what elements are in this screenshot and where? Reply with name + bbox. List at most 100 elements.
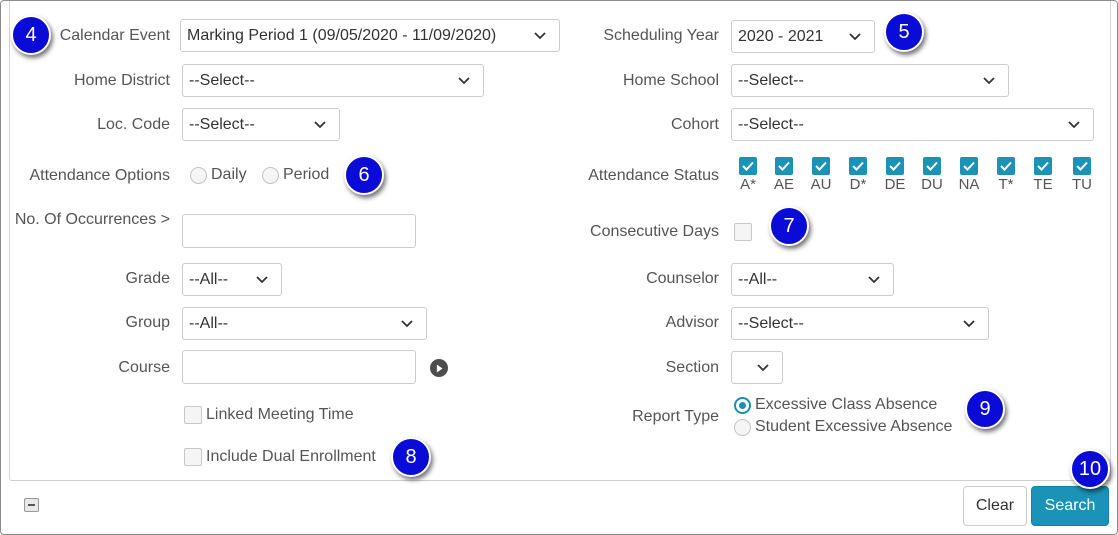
check-icon[interactable] — [739, 157, 757, 175]
clear-button[interactable]: Clear — [963, 486, 1027, 526]
scheduling-year-label: Scheduling Year — [603, 27, 719, 44]
calendar-event-select[interactable]: Marking Period 1 (09/05/2020 - 11/09/202… — [180, 19, 560, 52]
counselor-value: --All-- — [738, 271, 778, 288]
attendance-status-code: DE — [884, 176, 906, 193]
attendance-status-code: NA — [958, 176, 980, 193]
attendance-status-na[interactable]: NA — [954, 157, 984, 194]
report-type-excessive-class[interactable]: Excessive Class Absence — [734, 396, 937, 414]
radio-button[interactable] — [262, 166, 279, 184]
loc-code-select[interactable]: --Select-- — [182, 108, 340, 141]
occurrences-input[interactable] — [182, 214, 416, 248]
home-school-label: Home School — [622, 72, 719, 89]
chevron-down-icon — [1067, 109, 1081, 140]
attendance-status-de[interactable]: DE — [880, 157, 910, 194]
home-school-value: --Select-- — [738, 72, 804, 89]
consecutive-days-checkbox[interactable] — [734, 223, 752, 241]
check-icon[interactable] — [960, 157, 978, 175]
chevron-down-icon — [756, 352, 770, 383]
linked-meeting-time-checkbox[interactable] — [184, 406, 202, 424]
report-type-option-label: Student Excessive Absence — [755, 418, 953, 435]
attendance-status-a-star[interactable]: A* — [733, 157, 763, 194]
chevron-down-icon — [982, 65, 996, 96]
occurrences-label: No. Of Occurrences > — [14, 211, 170, 228]
section-select[interactable] — [731, 351, 783, 384]
section-label: Section — [665, 359, 719, 376]
attendance-status-ae[interactable]: AE — [769, 157, 799, 194]
check-icon[interactable] — [1034, 157, 1052, 175]
attendance-status-tu[interactable]: TU — [1067, 157, 1097, 194]
cohort-label: Cohort — [670, 116, 719, 133]
attendance-status-du[interactable]: DU — [917, 157, 947, 194]
attendance-option-period[interactable]: Period — [262, 166, 329, 184]
callout-badge-4: 4 — [11, 15, 51, 55]
attendance-status-code: T* — [998, 176, 1014, 193]
chevron-down-icon — [457, 65, 471, 96]
consecutive-days-label: Consecutive Days — [590, 223, 719, 240]
attendance-status-code: DU — [921, 176, 943, 193]
report-type-option-label: Excessive Class Absence — [755, 396, 938, 413]
radio-button[interactable] — [734, 418, 751, 436]
report-type-student-excessive[interactable]: Student Excessive Absence — [734, 418, 952, 436]
home-district-label: Home District — [73, 72, 170, 89]
check-icon[interactable] — [775, 157, 793, 175]
grade-label: Grade — [125, 270, 170, 287]
home-district-select[interactable]: --Select-- — [182, 64, 484, 97]
attendance-status-te[interactable]: TE — [1028, 157, 1058, 194]
chevron-down-icon — [848, 21, 862, 52]
check-icon[interactable] — [886, 157, 904, 175]
loc-code-value: --Select-- — [189, 116, 255, 133]
calendar-event-value: Marking Period 1 (09/05/2020 - 11/09/202… — [187, 27, 497, 44]
include-dual-enrollment-label: Include Dual Enrollment — [206, 448, 376, 465]
cohort-value: --Select-- — [738, 116, 804, 133]
attendance-option-daily-label: Daily — [211, 166, 247, 183]
play-icon[interactable] — [430, 359, 448, 377]
callout-badge-10: 10 — [1070, 449, 1110, 489]
group-label: Group — [125, 314, 170, 331]
minus-icon — [28, 504, 35, 506]
advisor-value: --Select-- — [738, 315, 804, 332]
radio-button[interactable] — [190, 166, 207, 184]
chevron-down-icon — [255, 264, 269, 295]
check-icon[interactable] — [923, 157, 941, 175]
check-icon[interactable] — [849, 157, 867, 175]
linked-meeting-time-option[interactable]: Linked Meeting Time — [184, 406, 354, 424]
grade-select[interactable]: --All-- — [182, 263, 282, 296]
attendance-status-au[interactable]: AU — [806, 157, 836, 194]
radio-button-selected[interactable] — [734, 396, 751, 414]
chevron-down-icon — [533, 20, 547, 51]
scheduling-year-select[interactable]: 2020 - 2021 — [731, 20, 875, 53]
callout-badge-5: 5 — [884, 12, 924, 52]
counselor-select[interactable]: --All-- — [731, 263, 894, 296]
attendance-option-period-label: Period — [283, 166, 330, 183]
callout-badge-7: 7 — [769, 206, 809, 246]
advisor-select[interactable]: --Select-- — [731, 307, 989, 340]
attendance-option-daily[interactable]: Daily — [190, 166, 247, 184]
search-button[interactable]: Search — [1031, 486, 1109, 526]
collapse-icon[interactable] — [24, 498, 39, 512]
check-icon[interactable] — [997, 157, 1015, 175]
attendance-status-code: TE — [1033, 176, 1053, 193]
home-district-value: --Select-- — [189, 72, 255, 89]
attendance-status-t-star[interactable]: T* — [991, 157, 1021, 194]
chevron-down-icon — [400, 308, 414, 339]
chevron-down-icon — [867, 264, 881, 295]
include-dual-enrollment-option[interactable]: Include Dual Enrollment — [184, 448, 376, 466]
report-type-label: Report Type — [632, 408, 719, 425]
advisor-label: Advisor — [665, 314, 719, 331]
attendance-status-code: AU — [810, 176, 832, 193]
check-icon[interactable] — [1073, 157, 1091, 175]
home-school-select[interactable]: --Select-- — [731, 64, 1009, 97]
attendance-status-code: AE — [773, 176, 794, 193]
cohort-select[interactable]: --Select-- — [731, 108, 1094, 141]
attendance-status-code: A* — [740, 176, 756, 193]
attendance-status-d-star[interactable]: D* — [843, 157, 873, 194]
attendance-options-label: Attendance Options — [29, 167, 170, 184]
group-value: --All-- — [189, 315, 229, 332]
course-input[interactable] — [182, 350, 416, 384]
callout-badge-9: 9 — [965, 389, 1005, 429]
check-icon[interactable] — [812, 157, 830, 175]
group-select[interactable]: --All-- — [182, 307, 427, 340]
attendance-status-code: TU — [1072, 176, 1092, 193]
include-dual-enrollment-checkbox[interactable] — [184, 448, 202, 466]
attendance-status-label: Attendance Status — [588, 167, 719, 184]
